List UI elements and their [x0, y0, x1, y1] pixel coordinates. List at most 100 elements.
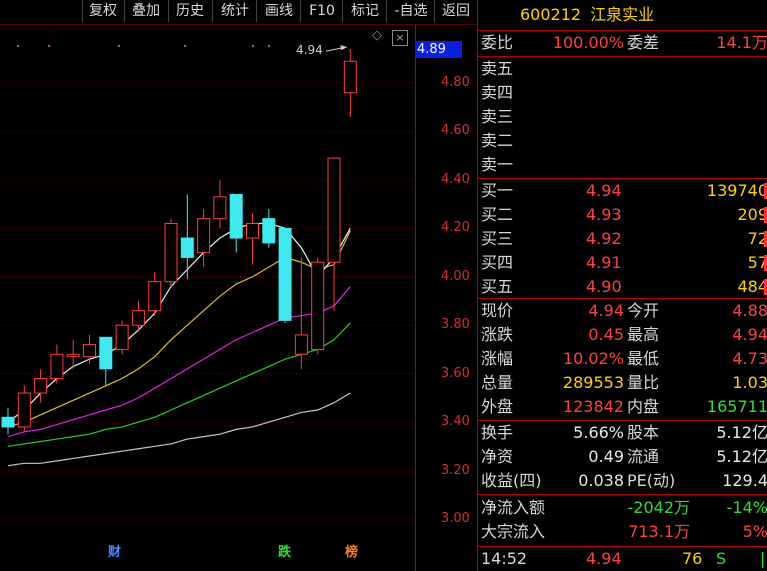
buy-row[interactable]: 买四 4.91 57	[478, 251, 767, 275]
mark-button[interactable]: 标记	[342, 0, 387, 22]
candle-body	[34, 378, 48, 394]
buy-row[interactable]: 买二 4.93 209	[478, 203, 767, 227]
stat-label: 净资	[481, 447, 514, 466]
candle-body	[17, 392, 31, 428]
sell-row[interactable]: 卖四	[478, 81, 767, 105]
buy-label: 买四	[481, 253, 514, 272]
tick-direction-bar: |	[760, 549, 766, 568]
quote-label: 涨幅	[481, 349, 514, 368]
buy-label: 买一	[481, 181, 514, 200]
ranking-flag[interactable]: 榜	[345, 541, 358, 560]
candles	[1, 49, 357, 435]
drop-flag[interactable]: 跌	[278, 541, 291, 560]
sell-row[interactable]: 卖三	[478, 105, 767, 129]
price-tick-label: 4.40	[441, 171, 470, 187]
statistics-button[interactable]: 统计	[212, 0, 257, 22]
stat-value: 5.66%	[573, 423, 624, 442]
candle-body	[246, 222, 259, 239]
sell-row[interactable]: 卖一	[478, 153, 767, 177]
weibi-label: 委比	[481, 33, 514, 52]
sell-label: 卖五	[481, 59, 514, 78]
quote-label-2: 最高	[627, 325, 660, 344]
quote-value-2: 4.88	[732, 301, 767, 320]
stat-value-2: 5.12亿	[716, 447, 767, 466]
stat-value: 0.49	[588, 447, 624, 466]
price-tick-label: 3.80	[441, 317, 470, 333]
buy-row[interactable]: 买五 4.90 484	[478, 275, 767, 299]
candle-body	[83, 344, 96, 358]
sell-row[interactable]: 卖五	[478, 57, 767, 81]
flow-row: 大宗流入 713.1万 5%	[478, 520, 767, 544]
candle-body	[50, 353, 64, 380]
candle-body	[115, 324, 129, 350]
buy-price: 4.90	[586, 277, 622, 296]
price-tick-label: 4.20	[441, 220, 470, 236]
ma-gray-line	[7, 392, 351, 467]
top-dot-marker	[268, 45, 270, 47]
quote-value-2: 4.94	[732, 325, 767, 344]
chart-toolbar: 复权 叠加 历史 统计 画线 F10 标记 -自选 返回	[0, 0, 477, 25]
quote-row: 外盘 123842 内盘 165711	[478, 395, 767, 419]
candle-body	[213, 196, 227, 220]
candle-body	[180, 237, 194, 258]
stat-value-2: 129.4	[722, 471, 767, 490]
price-tick-label: 4.00	[441, 268, 470, 284]
self-select-button[interactable]: -自选	[386, 0, 435, 22]
candlestick-chart[interactable]: 4.94	[0, 25, 415, 565]
stat-label-2: 流通	[627, 447, 660, 466]
back-button[interactable]: 返回	[434, 0, 477, 22]
candle-body	[197, 218, 211, 254]
weibi-value: 100.00%	[552, 33, 624, 52]
top-dot-marker	[252, 45, 254, 47]
annotation-arrowhead	[340, 45, 348, 51]
quote-value: 4.94	[588, 301, 624, 320]
top-dot-marker	[17, 45, 19, 47]
f10-button[interactable]: F10	[300, 0, 343, 22]
quote-row: 现价 4.94 今开 4.88	[478, 299, 767, 323]
price-tick-label: 4.80	[441, 75, 470, 90]
tick-time: 14:52	[481, 549, 528, 568]
sell-label: 卖一	[481, 155, 514, 174]
stat-row: 收益(四) 0.038 PE(动) 129.4	[478, 469, 767, 493]
history-button[interactable]: 历史	[168, 0, 211, 22]
stat-row: 净资 0.49 流通 5.12亿	[478, 445, 767, 469]
buy-row[interactable]: 买一 4.94 139740	[478, 179, 767, 203]
buy-label: 买五	[481, 277, 514, 296]
candle-body	[66, 353, 80, 358]
quote-label: 现价	[481, 301, 514, 320]
quote-value: 289553	[562, 373, 624, 392]
price-tick-label: 3.20	[441, 462, 470, 478]
flow-value: 713.1万	[628, 522, 690, 541]
candle-body	[311, 261, 325, 350]
weicha-label: 委差	[627, 33, 660, 52]
candle-body	[131, 310, 145, 326]
buy-price: 4.94	[586, 181, 622, 200]
price-axis	[415, 25, 478, 571]
quote-value-2: 4.73	[732, 349, 767, 368]
stat-value-2: 5.12亿	[716, 423, 767, 442]
candle-body	[229, 193, 243, 239]
sell-row[interactable]: 卖二	[478, 129, 767, 153]
candle-body	[99, 336, 113, 370]
quote-value-2: 1.03	[732, 373, 767, 392]
stock-code: 600212	[520, 5, 582, 24]
overlay-button[interactable]: 叠加	[124, 0, 167, 22]
top-dot-marker	[118, 45, 120, 47]
price-tick-label: 4.60	[441, 123, 470, 139]
quote-value: 0.45	[588, 325, 624, 344]
flow-label: 净流入额	[481, 498, 546, 517]
draw-line-button[interactable]: 画线	[256, 0, 301, 22]
flow-percent: -14%	[726, 498, 767, 517]
quote-label: 外盘	[481, 397, 514, 416]
stat-label: 换手	[481, 423, 514, 442]
financial-flag[interactable]: 财	[108, 541, 121, 560]
fuquan-button[interactable]: 复权	[82, 0, 123, 22]
buy-volume: 139740	[706, 181, 767, 200]
tick-side: S	[716, 549, 727, 568]
quote-panel: 600212 江泉实业 委比 100.00% 委差 14.1万 卖五 卖四 卖三…	[477, 0, 767, 571]
price-tick-label: 3.00	[441, 511, 470, 526]
candle-body	[1, 416, 15, 428]
quote-row: 总量 289553 量比 1.03	[478, 371, 767, 395]
buy-row[interactable]: 买三 4.92 72	[478, 227, 767, 251]
ma-yellow-line	[7, 230, 351, 428]
